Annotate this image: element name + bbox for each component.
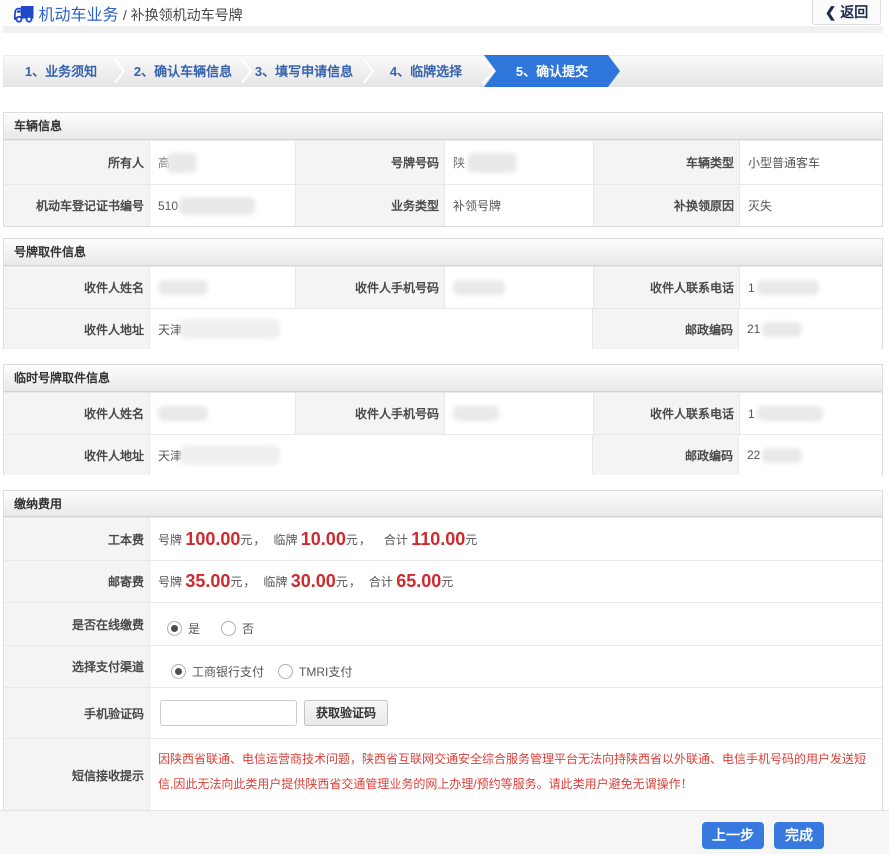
- svg-text:5、确认提交: 5、确认提交: [516, 64, 588, 79]
- svg-text:4、临牌选择: 4、临牌选择: [390, 64, 463, 79]
- svg-text:2、确认车辆信息: 2、确认车辆信息: [134, 64, 232, 79]
- svg-text:3、填写申请信息: 3、填写申请信息: [255, 64, 353, 79]
- svg-text:1、业务须知: 1、业务须知: [25, 64, 97, 79]
